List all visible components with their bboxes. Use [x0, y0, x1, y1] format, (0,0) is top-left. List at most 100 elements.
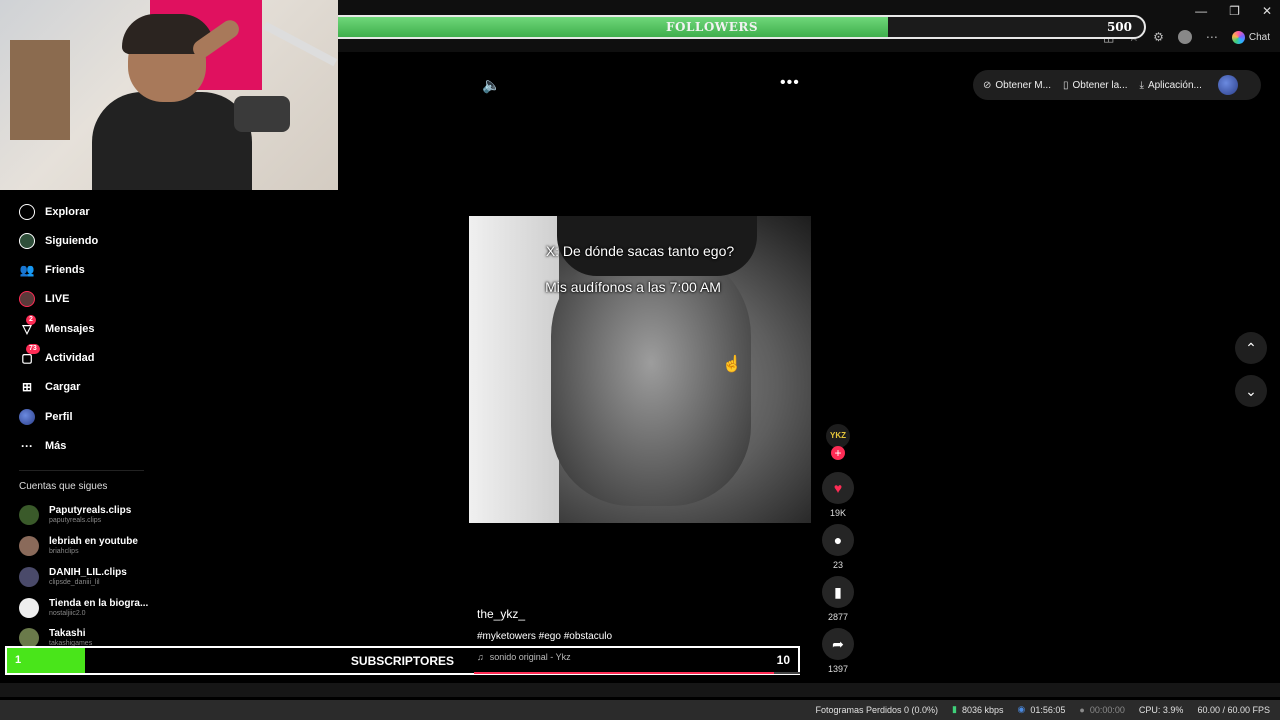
- video-progress-bar[interactable]: [474, 672, 800, 674]
- save-count: 2877: [827, 612, 849, 622]
- desktop-app-button[interactable]: ⤓ Aplicación...: [1140, 80, 1202, 91]
- close-icon[interactable]: ✕: [1262, 4, 1272, 18]
- comment-button[interactable]: ●: [822, 524, 854, 556]
- sidebar-item-siguiendo[interactable]: Siguiendo: [19, 233, 98, 249]
- obs-status-bar: Fotogramas Perdidos 0 (0.0%) ▮ 8036 kbps …: [0, 700, 1280, 720]
- video-player[interactable]: X: De dónde sacas tanto ego? Mis audífon…: [469, 216, 811, 523]
- account-name: Takashi: [49, 628, 86, 639]
- account-name: DANIH_LIL.clips: [49, 567, 127, 578]
- browser-menu-icon[interactable]: ⋯: [1206, 30, 1218, 44]
- sidebar-item-live[interactable]: LIVE: [19, 291, 69, 307]
- like-button[interactable]: ♥: [822, 472, 854, 504]
- share-icon: ➦: [832, 635, 844, 652]
- account-handle: clipsde_daniii_lil: [49, 579, 100, 586]
- bitrate-value: 8036 kbps: [961, 704, 1004, 715]
- subscribers-target: 10: [776, 653, 790, 667]
- video-hashtags[interactable]: #myketowers #ego #obstaculo: [477, 631, 612, 642]
- sidebar-item-mensajes[interactable]: ▽ 2 Mensajes: [19, 315, 95, 337]
- chevron-down-icon: ⌄: [1245, 382, 1257, 399]
- microphone: [234, 96, 290, 132]
- browser-profile-icon[interactable]: [1177, 30, 1192, 44]
- account-name: lebriah en youtube: [49, 536, 138, 547]
- followers-goal-bar: 352 FOLLOWERS 500: [278, 15, 1146, 39]
- record-time: ● 00:00:00: [1079, 705, 1124, 715]
- video-more-icon[interactable]: •••: [780, 74, 800, 92]
- following-account[interactable]: Paputyreals.clips paputyreals.clips: [19, 505, 131, 525]
- sidebar-item-explorar[interactable]: Explorar: [19, 204, 90, 220]
- profile-icon: [19, 409, 35, 425]
- window-controls: — ❐ ✕: [1195, 4, 1272, 18]
- sidebar-item-perfil[interactable]: Perfil: [19, 409, 73, 425]
- activity-icon: ▢ 73: [19, 344, 40, 366]
- live-icon: [19, 291, 35, 307]
- follow-plus-icon[interactable]: +: [831, 446, 845, 460]
- video-author-username[interactable]: the_ykz_: [477, 607, 525, 621]
- followers-label: FOLLOWERS: [665, 20, 759, 34]
- save-button[interactable]: ▮: [822, 576, 854, 608]
- get-app-button[interactable]: ▯ Obtener la...: [1063, 80, 1128, 91]
- link-icon: ⊘: [983, 79, 992, 91]
- minimize-icon[interactable]: —: [1195, 4, 1207, 18]
- get-app-actions: ⊘ Obtener M... ▯ Obtener la... ⤓ Aplicac…: [973, 70, 1261, 100]
- dropped-frames: Fotogramas Perdidos 0 (0.0%): [815, 704, 939, 715]
- sidebar-item-friends[interactable]: 👥 Friends: [19, 262, 85, 278]
- more-icon: ···: [21, 439, 33, 453]
- volume-icon[interactable]: 🔈: [482, 76, 501, 94]
- get-coins-button[interactable]: ⊘ Obtener M...: [983, 80, 1051, 91]
- author-avatar[interactable]: YKZ: [826, 424, 850, 448]
- bitrate: ▮ 8036 kbps: [952, 704, 1004, 715]
- record-time-value: 00:00:00: [1089, 704, 1125, 715]
- webcam-overlay: [0, 0, 338, 190]
- stream-icon: ◉: [1017, 704, 1026, 714]
- sidebar-item-cargar[interactable]: ⊞ Cargar: [19, 379, 81, 395]
- sound-label: sonido original - Ykz: [489, 652, 571, 662]
- following-account[interactable]: lebriah en youtube briahclips: [19, 536, 138, 556]
- avatar: [19, 598, 39, 618]
- share-button[interactable]: ➦: [822, 628, 854, 660]
- user-avatar[interactable]: [1217, 75, 1238, 95]
- account-name: Paputyreals.clips: [49, 505, 132, 516]
- avatar: [19, 536, 39, 556]
- video-background: [469, 216, 559, 523]
- following-account[interactable]: DANIH_LIL.clips clipsde_daniii_lil: [19, 567, 127, 587]
- share-count: 1397: [827, 664, 849, 674]
- subscribers-label: SUBSCRIPTORES: [350, 654, 455, 668]
- fps: 60.00 / 60.00 FPS: [1197, 704, 1270, 715]
- video-progress-fill: [474, 672, 774, 674]
- following-accounts-title: Cuentas que sigues: [19, 481, 108, 492]
- sidebar-item-label: Cargar: [45, 381, 81, 393]
- stream-time: ◉ 01:56:05: [1018, 704, 1066, 715]
- compass-icon: [19, 204, 35, 220]
- restore-icon[interactable]: ❐: [1229, 4, 1240, 18]
- signal-icon: ▮: [952, 704, 957, 714]
- copilot-chat-button[interactable]: Chat: [1231, 30, 1270, 44]
- webcam-person-body: [92, 92, 252, 190]
- sidebar-item-mas[interactable]: ··· Más: [19, 438, 66, 454]
- get-coins-label: Obtener M...: [995, 79, 1051, 91]
- following-account[interactable]: Tienda en la biogra... nostaljiic2.0: [19, 598, 148, 618]
- next-video-button[interactable]: ⌄: [1235, 375, 1267, 407]
- account-handle: briahclips: [49, 548, 79, 555]
- following-account[interactable]: Takashi takashigames: [19, 628, 92, 648]
- video-caption-line2: Mis audífonos a las 7:00 AM: [545, 279, 721, 295]
- sidebar-item-label: Perfil: [45, 411, 73, 423]
- webcam-shelf: [10, 40, 70, 140]
- messages-icon: ▽ 2: [19, 315, 36, 337]
- previous-video-button[interactable]: ⌃: [1235, 332, 1267, 364]
- copilot-icon: [1231, 30, 1245, 44]
- record-icon: ●: [1079, 704, 1085, 715]
- bookmark-icon: ▮: [834, 583, 842, 600]
- avatar: [19, 567, 39, 587]
- heart-icon: ♥: [833, 480, 843, 496]
- cpu-usage: CPU: 3.9%: [1138, 704, 1184, 715]
- account-handle: nostaljiic2.0: [49, 610, 86, 617]
- comment-icon: ●: [833, 532, 843, 548]
- sidebar-item-actividad[interactable]: ▢ 73 Actividad: [19, 344, 95, 366]
- desktop-app-label: Aplicación...: [1147, 79, 1202, 91]
- music-note-icon: ♫: [477, 652, 484, 662]
- video-sound[interactable]: ♫ sonido original - Ykz: [477, 652, 571, 662]
- sidebar-item-label: Siguiendo: [45, 235, 99, 247]
- avatar: [19, 505, 39, 525]
- like-count: 19K: [829, 508, 846, 518]
- extensions-icon[interactable]: ⚙: [1153, 30, 1164, 44]
